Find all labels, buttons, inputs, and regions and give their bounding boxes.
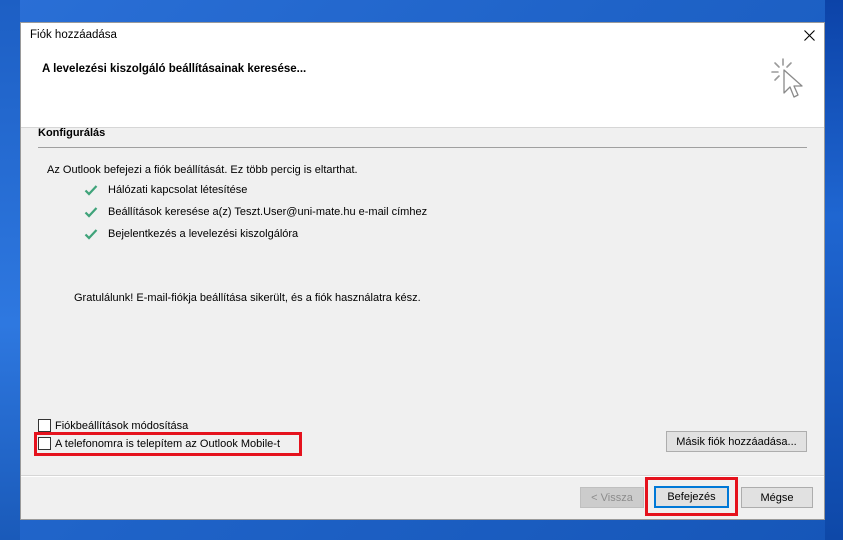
checkmark-icon: [84, 229, 98, 240]
step-item: Beállítások keresése a(z) Teszt.User@uni…: [84, 204, 427, 220]
close-button[interactable]: [794, 23, 824, 47]
dialog-header: A levelezési kiszolgáló beállításainak k…: [21, 47, 824, 128]
step-item: Hálózati kapcsolat létesítése: [84, 182, 247, 198]
section-title: Konfigurálás: [38, 127, 106, 139]
back-button[interactable]: < Vissza: [580, 487, 644, 508]
step-label: Hálózati kapcsolat létesítése: [108, 184, 248, 196]
highlight-box-mobile: [34, 432, 302, 456]
checkmark-icon: [84, 185, 98, 196]
intro-text: Az Outlook befejezi a fiók beállítását. …: [47, 164, 358, 176]
step-label: Beállítások keresése a(z) Teszt.User@uni…: [108, 206, 428, 218]
congrats-message: Gratulálunk! E-mail-fiókja beállítása si…: [74, 292, 421, 304]
section-divider: [38, 147, 807, 148]
window-title: Fiók hozzáadása: [30, 29, 117, 41]
step-label: Bejelentkezés a levelezési kiszolgálóra: [108, 228, 299, 240]
add-account-dialog: Fiók hozzáadása A levelezési kiszolgáló …: [20, 22, 825, 520]
desktop-background-right: [825, 0, 843, 540]
close-icon: [803, 29, 815, 41]
title-bar: Fiók hozzáadása: [21, 23, 824, 47]
header-title: A levelezési kiszolgáló beállításainak k…: [42, 63, 307, 75]
cursor-sparkle-icon: [771, 58, 803, 98]
checkmark-icon: [84, 207, 98, 218]
step-item: Bejelentkezés a levelezési kiszolgálóra: [84, 226, 298, 242]
desktop-background-left: [0, 0, 20, 540]
checkbox-box[interactable]: [38, 419, 51, 432]
checkbox-label: Fiókbeállítások módosítása: [55, 419, 189, 432]
add-another-account-button[interactable]: Másik fiók hozzáadása...: [666, 431, 807, 452]
modify-settings-checkbox[interactable]: Fiókbeállítások módosítása: [38, 419, 188, 432]
cancel-button[interactable]: Mégse: [741, 487, 813, 508]
highlight-box-finish: [645, 477, 738, 516]
